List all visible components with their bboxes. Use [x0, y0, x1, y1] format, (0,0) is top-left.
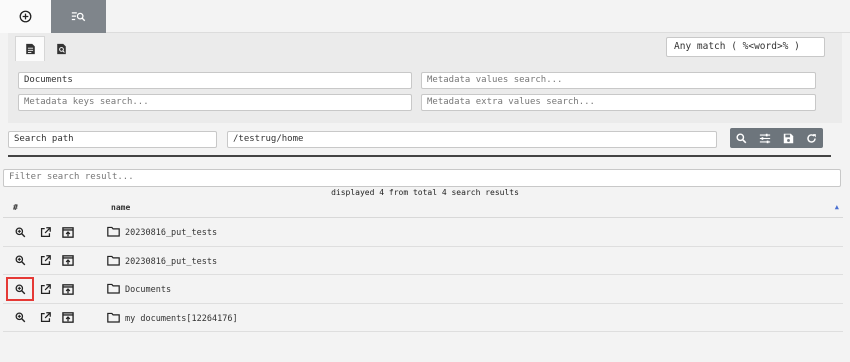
column-header-name[interactable]: name [111, 203, 130, 212]
column-header-hash[interactable]: # [13, 203, 18, 212]
subtab-document-search[interactable] [15, 36, 45, 61]
results-table: # name ▲ 20230816_put_tests 20230816_put_… [3, 198, 843, 332]
save-icon [783, 133, 793, 143]
document-search-icon [56, 43, 66, 54]
open-parent-icon[interactable] [61, 254, 75, 268]
open-external-icon[interactable] [38, 311, 52, 325]
table-body: 20230816_put_tests 20230816_put_tests Docu… [3, 218, 843, 332]
row-name[interactable]: 20230816_put_tests [125, 228, 217, 238]
add-circle-icon [19, 10, 32, 23]
results-count: displayed 4 from total 4 search results [331, 188, 519, 197]
zoom-icon[interactable] [13, 311, 27, 325]
zoom-icon[interactable] [13, 225, 27, 239]
open-parent-icon[interactable] [61, 282, 75, 296]
metadata-values-search[interactable]: Metadata values search... [421, 72, 816, 89]
search-button[interactable] [730, 128, 753, 148]
folder-icon [107, 255, 120, 269]
zoom-icon[interactable] [13, 254, 27, 268]
table-row[interactable]: 20230816_put_tests [3, 218, 843, 247]
open-parent-icon[interactable] [61, 311, 75, 325]
search-path-input[interactable]: /testrug/home [227, 131, 717, 148]
any-match-select[interactable]: Any match ( %<word>% ) [666, 37, 825, 57]
table-header: # name ▲ [3, 198, 843, 218]
open-parent-icon[interactable] [61, 225, 75, 239]
documents-field[interactable]: Documents [18, 72, 412, 89]
sort-asc-icon[interactable]: ▲ [835, 203, 839, 211]
search-tab[interactable] [51, 0, 106, 33]
metadata-keys-search[interactable]: Metadata keys search... [18, 94, 412, 111]
refresh-button[interactable] [800, 128, 823, 148]
folder-icon [107, 312, 120, 326]
document-icon [25, 43, 35, 55]
open-external-icon[interactable] [38, 225, 52, 239]
refresh-icon [807, 133, 816, 143]
search-toolbar [730, 128, 823, 148]
settings-button[interactable] [753, 128, 776, 148]
open-external-icon[interactable] [38, 282, 52, 296]
table-row[interactable]: Documents [3, 275, 843, 304]
folder-icon [107, 226, 120, 240]
section-divider [8, 155, 831, 157]
metadata-extra-values-search[interactable]: Metadata extra values search... [421, 94, 816, 111]
search-icon [736, 132, 747, 143]
open-external-icon[interactable] [38, 254, 52, 268]
row-name[interactable]: my documents[12264176] [125, 314, 238, 324]
table-row[interactable]: my documents[12264176] [3, 304, 843, 332]
top-tab-bar [0, 0, 850, 33]
folder-icon [107, 283, 120, 297]
row-name[interactable]: Documents [125, 285, 171, 295]
search-list-icon [71, 11, 86, 21]
search-path-label: Search path [8, 131, 217, 148]
sliders-icon [759, 133, 771, 143]
save-button[interactable] [777, 128, 800, 148]
subtab-content-search[interactable] [46, 36, 76, 61]
row-name[interactable]: 20230816_put_tests [125, 257, 217, 267]
zoom-icon[interactable] [13, 282, 27, 296]
filter-results-input[interactable]: Filter search result... [3, 169, 841, 187]
add-tab[interactable] [0, 0, 51, 33]
table-row[interactable]: 20230816_put_tests [3, 247, 843, 275]
